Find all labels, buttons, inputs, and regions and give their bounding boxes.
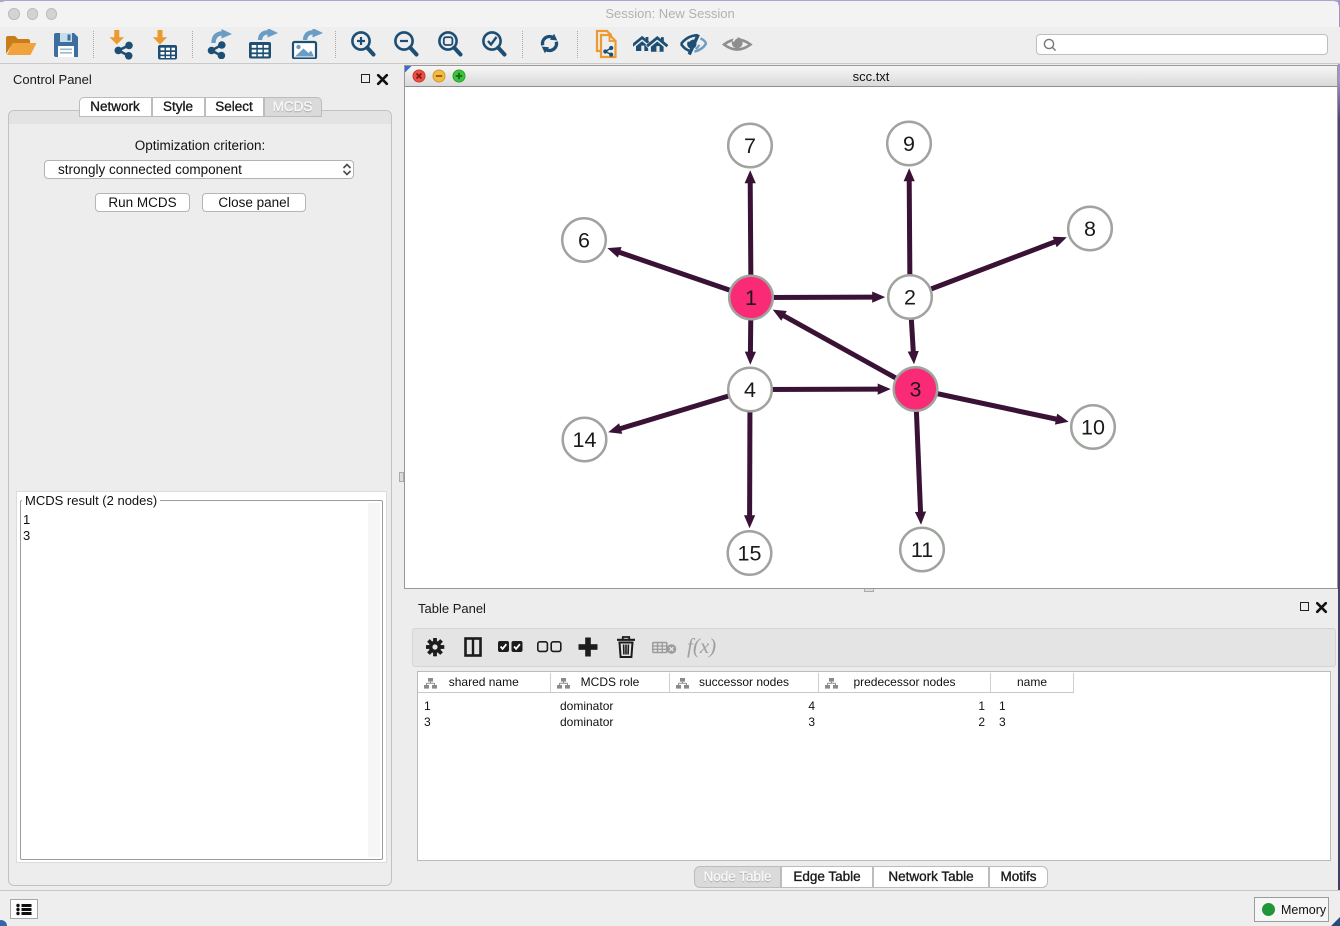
svg-text:15: 15	[738, 542, 762, 566]
svg-text:6: 6	[578, 229, 590, 253]
svg-text:7: 7	[744, 134, 756, 158]
svg-text:14: 14	[573, 428, 597, 452]
svg-text:3: 3	[910, 378, 922, 402]
svg-text:11: 11	[911, 538, 933, 562]
svg-text:8: 8	[1084, 217, 1096, 241]
svg-text:9: 9	[903, 132, 915, 156]
svg-text:10: 10	[1081, 416, 1105, 440]
svg-text:2: 2	[904, 286, 916, 310]
svg-text:1: 1	[745, 286, 757, 310]
svg-text:4: 4	[744, 378, 756, 402]
